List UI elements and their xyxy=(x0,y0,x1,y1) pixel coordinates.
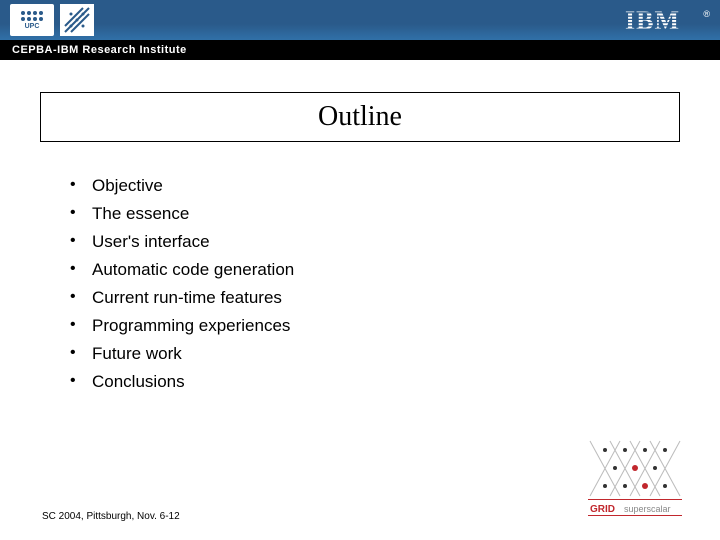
slide-header: UPC xyxy=(0,0,720,60)
list-item: Objective xyxy=(70,172,720,200)
slide-footer: SC 2004, Pittsburgh, Nov. 6-12 xyxy=(42,511,180,522)
upc-logo: UPC xyxy=(10,4,54,36)
left-logos: UPC xyxy=(10,4,94,36)
ibm-text: IBM xyxy=(625,7,680,33)
list-item: User's interface xyxy=(70,228,720,256)
list-item: Automatic code generation xyxy=(70,256,720,284)
slide-title-box: Outline xyxy=(40,92,680,142)
registered-mark: ® xyxy=(703,9,710,19)
institute-label: CEPBA-IBM Research Institute xyxy=(12,44,187,56)
list-item: Future work xyxy=(70,340,720,368)
superscalar-text: superscalar xyxy=(624,504,671,514)
ibm-logo: IBM ® xyxy=(625,7,710,33)
cepba-logo xyxy=(60,4,94,36)
upc-label: UPC xyxy=(25,23,40,30)
list-item: The essence xyxy=(70,200,720,228)
header-top-bar: UPC xyxy=(0,0,720,40)
institute-bar: CEPBA-IBM Research Institute xyxy=(0,40,720,60)
list-item: Conclusions xyxy=(70,368,720,396)
grid-superscalar-logo: GRID superscalar xyxy=(580,436,690,518)
list-item: Current run-time features xyxy=(70,284,720,312)
list-item: Programming experiences xyxy=(70,312,720,340)
grid-text: GRID xyxy=(590,504,615,515)
outline-list: Objective The essence User's interface A… xyxy=(70,172,720,396)
slide-title: Outline xyxy=(318,101,402,132)
